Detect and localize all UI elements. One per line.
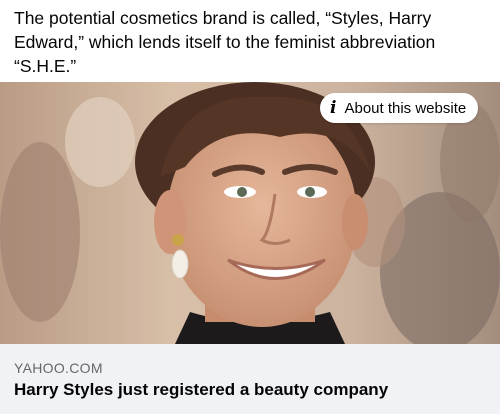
info-icon: i (330, 97, 337, 118)
about-this-website-button[interactable]: i About this website (320, 93, 479, 123)
link-headline[interactable]: Harry Styles just registered a beauty co… (14, 380, 388, 400)
post-text: The potential cosmetics brand is called,… (14, 8, 436, 76)
link-card-footer[interactable]: YAHOO.COM Harry Styles just registered a… (0, 344, 500, 414)
link-domain: YAHOO.COM (14, 360, 103, 376)
about-this-website-label: About this website (344, 99, 467, 117)
